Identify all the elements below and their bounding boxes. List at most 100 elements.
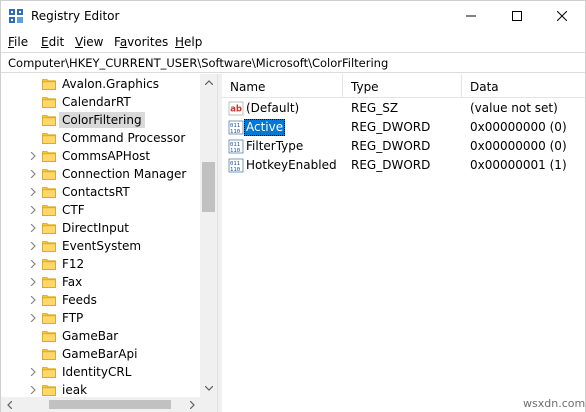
tree-item[interactable]: IdentityCRL xyxy=(1,363,201,381)
maximize-icon xyxy=(512,11,522,21)
list-item[interactable]: 011 110 Active REG_DWORD 0x00000000 (0) xyxy=(222,118,585,137)
values-list-pane[interactable]: Name Type Data ab (Default) REG_SZ (value n… xyxy=(222,74,585,412)
folder-icon xyxy=(42,79,56,90)
maximize-button[interactable] xyxy=(494,1,540,31)
close-button[interactable] xyxy=(539,1,585,31)
tree-item-label: DirectInput xyxy=(62,221,130,235)
list-item[interactable]: 011 110 HotkeyEnabled REG_DWORD 0x00000001 (… xyxy=(222,156,585,175)
tree-item-label: IdentityCRL xyxy=(62,365,132,379)
folder-icon xyxy=(42,295,56,306)
chevron-right-icon[interactable] xyxy=(29,206,37,214)
tree-item[interactable]: Command Processor xyxy=(1,129,201,147)
scroll-thumb[interactable] xyxy=(202,162,215,212)
tree-item[interactable]: CalendarRT xyxy=(1,93,201,111)
tree-item-label: CTF xyxy=(62,203,85,217)
registry-editor-icon xyxy=(9,9,23,23)
tree-item[interactable]: CTF xyxy=(1,201,201,219)
folder-icon xyxy=(42,97,56,108)
tree-item[interactable]: ContactsRT xyxy=(1,183,201,201)
tree-item[interactable]: Avalon.Graphics xyxy=(1,75,201,93)
svg-text:110: 110 xyxy=(230,148,240,154)
tree-item[interactable]: DirectInput xyxy=(1,219,201,237)
svg-text:ab: ab xyxy=(230,105,242,115)
list-header: Name Type Data xyxy=(222,74,585,98)
tree-item-label: FTP xyxy=(62,311,84,325)
chevron-right-icon[interactable] xyxy=(29,296,37,304)
value-name: (Default) xyxy=(246,101,300,115)
tree-item-label: ColorFiltering xyxy=(59,112,145,128)
scroll-up-button[interactable] xyxy=(200,74,217,91)
folder-icon xyxy=(42,385,56,396)
value-data: 0x00000000 (0) xyxy=(470,120,567,134)
svg-text:110: 110 xyxy=(230,129,240,135)
menu-help[interactable]: Help xyxy=(175,34,202,50)
chevron-right-icon[interactable] xyxy=(29,278,37,286)
scroll-left-button[interactable] xyxy=(1,397,18,412)
scroll-right-button[interactable] xyxy=(184,397,201,412)
tree-item[interactable]: Connection Manager xyxy=(1,165,201,183)
chevron-right-icon[interactable] xyxy=(29,152,37,160)
minimize-button[interactable] xyxy=(448,1,494,31)
tree-item[interactable]: Feeds xyxy=(1,291,201,309)
title-bar[interactable]: Registry Editor xyxy=(1,1,585,31)
svg-text:110: 110 xyxy=(230,167,240,173)
folder-icon xyxy=(42,331,56,342)
value-name: FilterType xyxy=(246,139,304,153)
menu-file[interactable]: File xyxy=(8,34,28,50)
tree-item[interactable]: FTP xyxy=(1,309,201,327)
horizontal-scroll-thumb[interactable] xyxy=(49,400,171,409)
tree-pane[interactable]: Avalon.Graphics CalendarRT ColorFiltering C… xyxy=(1,74,217,397)
column-header-type[interactable]: Type xyxy=(343,74,462,97)
tree-item[interactable]: Fax xyxy=(1,273,201,291)
tree-item[interactable]: GameBarApi xyxy=(1,345,201,363)
list-item[interactable]: 011 110 FilterType REG_DWORD 0x00000000 (0) xyxy=(222,137,585,156)
menu-favorites[interactable]: Favorites xyxy=(114,34,168,50)
close-icon xyxy=(557,11,567,21)
folder-icon xyxy=(42,115,56,126)
value-data: 0x00000000 (0) xyxy=(470,139,567,153)
value-name: Active xyxy=(244,119,286,136)
tree-item[interactable]: F12 xyxy=(1,255,201,273)
value-type: REG_SZ xyxy=(351,101,399,115)
menu-edit[interactable]: Edit xyxy=(41,34,64,50)
chevron-right-icon[interactable] xyxy=(29,368,37,376)
tree-item[interactable]: EventSystem xyxy=(1,237,201,255)
chevron-right-icon[interactable] xyxy=(29,242,37,250)
tree-item-label: CalendarRT xyxy=(62,95,131,109)
tree-item[interactable]: GameBar xyxy=(1,327,201,345)
chevron-right-icon[interactable] xyxy=(29,386,37,394)
folder-icon xyxy=(42,349,56,360)
tree-item-label: F12 xyxy=(62,257,85,271)
address-path[interactable]: Computer\HKEY_CURRENT_USER\Software\Micr… xyxy=(8,56,388,70)
address-bar[interactable]: Computer\HKEY_CURRENT_USER\Software\Micr… xyxy=(1,52,585,73)
chevron-right-icon[interactable] xyxy=(29,224,37,232)
list-item[interactable]: ab (Default) REG_SZ (value not set) xyxy=(222,99,585,118)
chevron-up-icon xyxy=(204,80,213,85)
chevron-right-icon[interactable] xyxy=(29,170,37,178)
value-type: REG_DWORD xyxy=(351,158,431,172)
tree-item-label: Feeds xyxy=(62,293,97,307)
folder-icon xyxy=(42,259,56,270)
tree-item[interactable]: CommsAPHost xyxy=(1,147,201,165)
menu-view[interactable]: View xyxy=(75,34,103,50)
tree-item-label: EventSystem xyxy=(62,239,142,253)
value-type: REG_DWORD xyxy=(351,120,431,134)
folder-icon xyxy=(42,277,56,288)
tree-item-label: Command Processor xyxy=(62,131,186,145)
column-header-data[interactable]: Data xyxy=(462,74,585,97)
folder-icon xyxy=(42,151,56,162)
string-value-icon: ab xyxy=(228,101,244,116)
chevron-right-icon[interactable] xyxy=(29,314,37,322)
column-header-name[interactable]: Name xyxy=(222,74,343,97)
value-type: REG_DWORD xyxy=(351,139,431,153)
scroll-down-button[interactable] xyxy=(200,380,217,397)
tree-item[interactable]: ColorFiltering xyxy=(1,111,201,129)
binary-value-icon: 011110 xyxy=(228,139,244,154)
tree-vertical-scrollbar[interactable] xyxy=(200,74,217,397)
tree-horizontal-scrollbar[interactable] xyxy=(1,397,217,412)
tree-item[interactable]: ieak xyxy=(1,381,201,397)
folder-icon xyxy=(42,313,56,324)
chevron-right-icon[interactable] xyxy=(29,260,37,268)
chevron-right-icon[interactable] xyxy=(29,188,37,196)
chevron-right-icon xyxy=(190,400,195,409)
